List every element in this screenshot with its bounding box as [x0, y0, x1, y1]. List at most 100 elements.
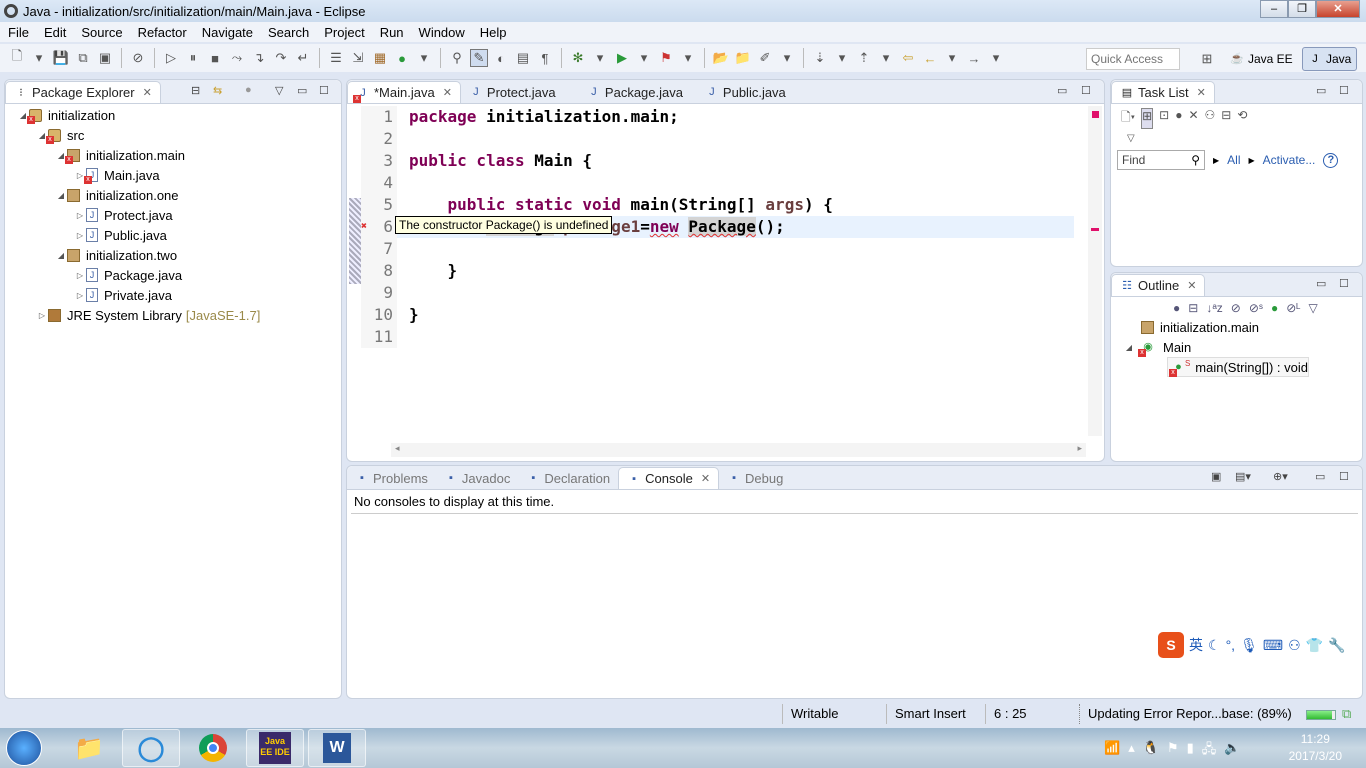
outline-item-method[interactable]: ●Smain(String[]) : void	[1167, 357, 1309, 377]
view-menu-icon[interactable]: ▽	[1309, 301, 1318, 315]
tab-mainjava[interactable]: J *Main.java ✕	[347, 81, 461, 103]
resume-icon[interactable]: ▷	[162, 49, 180, 67]
menu-project[interactable]: Project	[316, 25, 371, 40]
minimize-icon[interactable]: ▭	[1316, 84, 1326, 97]
use-step-filters-icon[interactable]: ☰	[327, 49, 345, 67]
tree-item[interactable]: ▷ J Protect.java	[5, 205, 341, 225]
hide-fields-icon[interactable]: ⊘	[1231, 301, 1241, 315]
hide-static-icon[interactable]: ⊘ˢ	[1249, 301, 1263, 315]
display-console-icon[interactable]: ▤▾	[1235, 470, 1251, 483]
volume-icon[interactable]: 🔈	[1224, 740, 1240, 762]
view-menu-icon[interactable]: ▽	[275, 84, 283, 97]
maximize-button[interactable]: ❐	[1288, 0, 1316, 18]
show-whitespace-icon[interactable]: ¶	[536, 49, 554, 67]
clock[interactable]: 11:29 2017/3/20	[1289, 731, 1342, 765]
menu-navigate[interactable]: Navigate	[194, 25, 260, 40]
ime-language-toggle[interactable]: 英	[1189, 635, 1203, 655]
activate-link[interactable]: Activate...	[1263, 153, 1316, 167]
menu-refactor[interactable]: Refactor	[130, 25, 194, 40]
network-icon[interactable]: 🖧	[1202, 740, 1217, 762]
view-menu-icon[interactable]: ▽	[1111, 133, 1362, 144]
tree-item[interactable]: ▷ J Package.java	[5, 265, 341, 285]
user-icon[interactable]: ⚇	[1288, 637, 1301, 654]
perspective-java-ee[interactable]: ☕ Java EE	[1225, 47, 1298, 71]
step-into-icon[interactable]: ↴	[250, 49, 268, 67]
minimize-icon[interactable]: ▭	[1316, 277, 1326, 290]
close-button[interactable]: ✕	[1316, 0, 1360, 18]
dropdown-icon[interactable]: ▾	[943, 49, 961, 67]
minimize-icon[interactable]: ▭	[1057, 84, 1067, 97]
dropdown-icon[interactable]: ▾	[30, 49, 48, 67]
open-folder-icon[interactable]: 📂	[712, 49, 730, 67]
block-selection-icon[interactable]: ◐	[492, 49, 510, 67]
menu-edit[interactable]: Edit	[36, 25, 73, 40]
maximize-icon[interactable]: ☐	[1339, 277, 1349, 290]
new-console-icon[interactable]: ⊕▾	[1273, 470, 1288, 483]
new-task-icon[interactable]: 🗋▾	[1121, 108, 1135, 129]
save-icon[interactable]: 💾	[52, 49, 70, 67]
tab-declaration[interactable]: ▪ Declaration	[518, 467, 618, 489]
all-link[interactable]: All	[1227, 153, 1240, 167]
save-all-icon[interactable]: ⧉	[74, 49, 92, 67]
pen-icon[interactable]: ✐	[756, 49, 774, 67]
terminal-icon[interactable]: ▣	[96, 49, 114, 67]
expand-toggle-icon[interactable]: ▷	[74, 291, 86, 300]
dropdown-icon[interactable]: ▾	[679, 49, 697, 67]
tree-item[interactable]: ◢ initialization.two	[5, 245, 341, 265]
dropdown-icon[interactable]: ▾	[778, 49, 796, 67]
sync-icon[interactable]: ⟲	[1237, 108, 1247, 129]
progress-bar[interactable]	[1306, 710, 1336, 720]
collapse-all-icon[interactable]: ⊟	[1188, 301, 1198, 315]
taskbar-word[interactable]: W	[308, 729, 366, 767]
link-with-editor-icon[interactable]: ⇆	[213, 84, 222, 97]
taskbar-explorer[interactable]: 📁	[60, 729, 118, 767]
suspend-icon[interactable]: ⏸	[184, 49, 202, 67]
focus-icon[interactable]: ●	[245, 84, 252, 96]
start-button[interactable]	[6, 730, 42, 766]
error-marker-icon[interactable]: ✖	[361, 216, 367, 238]
expand-toggle-icon[interactable]: ▷	[74, 211, 86, 220]
usb-icon[interactable]: ▮	[1187, 740, 1194, 762]
menu-file[interactable]: File	[0, 25, 36, 40]
tab-debug[interactable]: ▪ Debug	[719, 467, 791, 489]
dropdown-icon[interactable]: ▾	[415, 49, 433, 67]
filter-icon[interactable]: ⚇	[1205, 108, 1216, 129]
dropdown-icon[interactable]: ▾	[635, 49, 653, 67]
taskbar-browser[interactable]: ◯	[122, 729, 180, 767]
outline-item-class[interactable]: ◢◉Main	[1111, 337, 1362, 357]
collapse-all-icon[interactable]: ⊟	[1221, 108, 1231, 129]
show-hidden-icons[interactable]: ▴	[1128, 740, 1135, 762]
close-icon[interactable]: ✕	[1187, 279, 1196, 292]
new-class-icon[interactable]: ●	[393, 49, 411, 67]
open-type-icon[interactable]: ⚲	[448, 49, 466, 67]
tab-package-explorer[interactable]: ⁝ Package Explorer ✕	[5, 81, 161, 103]
maximize-icon[interactable]: ☐	[1339, 84, 1349, 97]
help-icon[interactable]: ?	[1323, 152, 1339, 168]
tree-item[interactable]: ▷ J Public.java	[5, 225, 341, 245]
flag-icon[interactable]: ⚑	[1167, 740, 1179, 762]
previous-annotation-icon[interactable]: ⇡	[855, 49, 873, 67]
open-console-icon[interactable]: ▣	[1211, 470, 1221, 483]
keyboard-icon[interactable]: ⌨	[1263, 637, 1283, 654]
forward-icon[interactable]: →	[965, 49, 983, 67]
moon-icon[interactable]: ☾	[1208, 637, 1221, 654]
tree-item[interactable]: ◢initialization	[5, 105, 341, 125]
expand-toggle-icon[interactable]: ▷	[36, 311, 48, 320]
wifi-icon[interactable]: 📶	[1104, 740, 1120, 762]
last-edit-icon[interactable]: ⇦	[899, 49, 917, 67]
skip-breakpoints-icon[interactable]: ⊘	[129, 49, 147, 67]
hide-local-types-icon[interactable]: ⊘ᴸ	[1286, 301, 1300, 315]
menu-run[interactable]: Run	[372, 25, 411, 40]
expand-toggle-icon[interactable]: ▷	[74, 271, 86, 280]
next-annotation-icon[interactable]: ⇣	[811, 49, 829, 67]
open-perspective-icon[interactable]: ⊞	[1198, 50, 1216, 68]
tab-outline[interactable]: ☷ Outline ✕	[1111, 274, 1206, 296]
external-tools-icon[interactable]: ⚑	[657, 49, 675, 67]
tree-item[interactable]: ◢initialization.main	[5, 145, 341, 165]
close-icon[interactable]: ✕	[1197, 86, 1206, 99]
focus-icon[interactable]: ●	[1175, 108, 1182, 129]
maximize-icon[interactable]: ☐	[1081, 84, 1091, 97]
maximize-icon[interactable]: ☐	[319, 84, 329, 97]
menu-window[interactable]: Window	[411, 25, 472, 40]
tab-task-list[interactable]: ▤ Task List ✕	[1111, 81, 1215, 103]
